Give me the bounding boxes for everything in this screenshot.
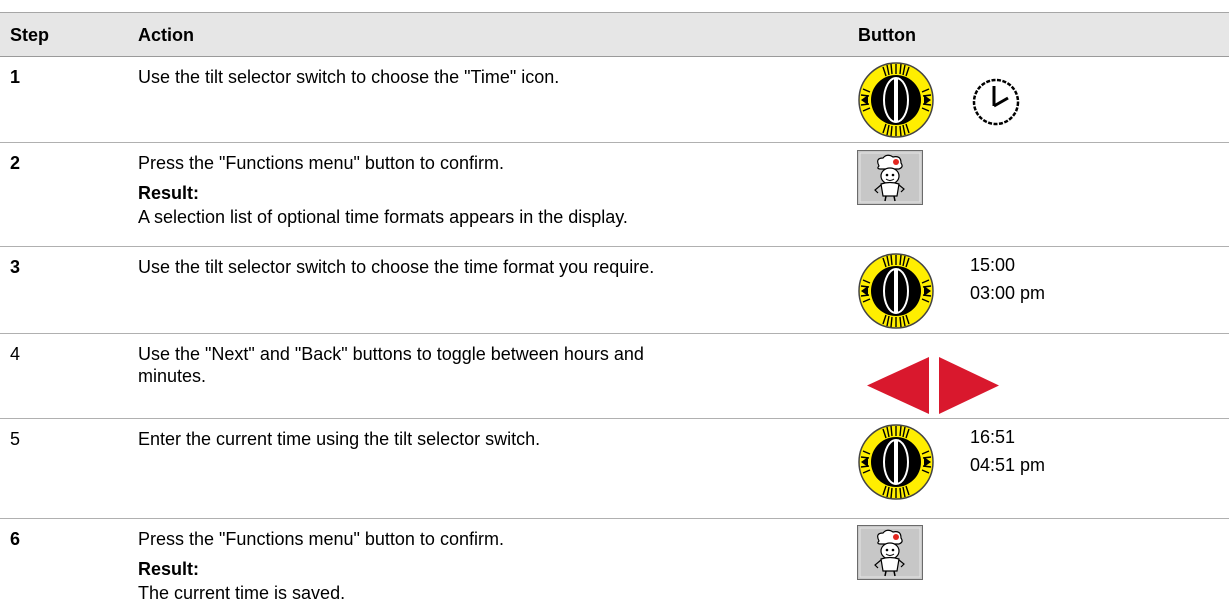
step-number: 6: [10, 529, 21, 549]
tilt-selector-dial-icon: [858, 424, 934, 500]
chef-functions-icon: [857, 150, 923, 205]
action-text-line: Use the "Next" and "Back" buttons to tog…: [138, 344, 644, 364]
result-label: Result:: [138, 183, 200, 203]
table-row: 6 Press the "Functions menu" button to c…: [0, 519, 1229, 615]
time-format-12h: 03:00 pm: [970, 283, 1046, 303]
table-row: 5 Enter the current time using the tilt …: [0, 419, 1229, 519]
step-number: 5: [10, 429, 21, 449]
current-time-24h: 16:51: [970, 427, 1016, 447]
tilt-selector-dial-icon: [858, 62, 934, 138]
result-text: A selection list of optional time format…: [138, 207, 628, 227]
action-cell: Press the "Functions menu" button to con…: [138, 528, 838, 604]
next-arrow-icon: [939, 357, 999, 414]
result-text: The current time is saved.: [138, 583, 346, 603]
step-number: 4: [10, 344, 21, 364]
action-cell: Enter the current time using the tilt se…: [138, 428, 838, 450]
header-step: Step: [10, 25, 50, 45]
time-format-24h: 15:00: [970, 255, 1016, 275]
table-header: Step Action Button: [0, 12, 1229, 57]
clock-icon: [972, 78, 1020, 126]
action-cell: Use the tilt selector switch to choose t…: [138, 66, 838, 88]
chef-functions-icon: [857, 525, 923, 580]
current-time-12h: 04:51 pm: [970, 455, 1046, 475]
header-action: Action: [138, 25, 194, 45]
tilt-selector-dial-icon: [858, 253, 934, 329]
step-number: 2: [10, 153, 21, 173]
action-cell: Press the "Functions menu" button to con…: [138, 152, 838, 228]
result-label: Result:: [138, 559, 200, 579]
action-text: Press the "Functions menu" button to con…: [138, 153, 504, 173]
table-row: 2 Press the "Functions menu" button to c…: [0, 143, 1229, 247]
table-row: 1 Use the tilt selector switch to choose…: [0, 57, 1229, 143]
action-cell: Use the tilt selector switch to choose t…: [138, 256, 838, 278]
back-next-buttons: [867, 357, 999, 414]
action-text: Use the tilt selector switch to choose t…: [138, 67, 560, 87]
table-row: 3 Use the tilt selector switch to choose…: [0, 247, 1229, 334]
action-text-line: minutes.: [138, 366, 207, 386]
action-text: Use the tilt selector switch to choose t…: [138, 257, 655, 277]
header-button: Button: [858, 25, 916, 45]
action-cell: Use the "Next" and "Back" buttons to tog…: [138, 343, 838, 387]
back-arrow-icon: [867, 357, 929, 414]
action-text: Enter the current time using the tilt se…: [138, 429, 541, 449]
step-number: 3: [10, 257, 21, 277]
step-number: 1: [10, 67, 21, 87]
table-row: 4 Use the "Next" and "Back" buttons to t…: [0, 334, 1229, 419]
action-text: Press the "Functions menu" button to con…: [138, 529, 504, 549]
